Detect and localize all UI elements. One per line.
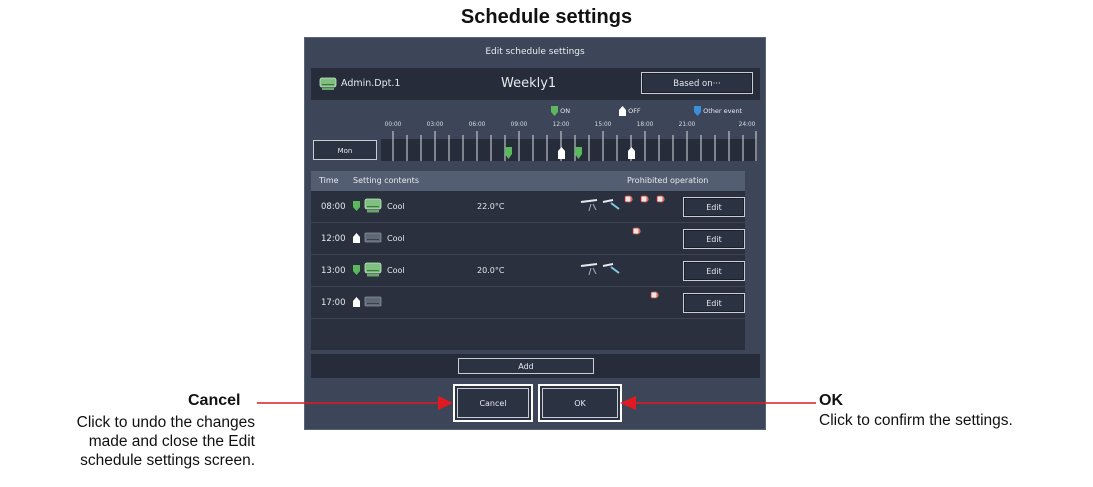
- callout-arrows: [257, 396, 816, 410]
- ok-callout-arrow: [620, 396, 816, 410]
- cancel-callout-arrow: [257, 396, 453, 410]
